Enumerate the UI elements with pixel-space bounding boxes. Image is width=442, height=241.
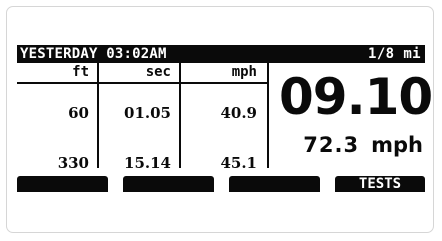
softkey-3[interactable]: [229, 176, 320, 192]
run-timestamp: YESTERDAY 03:02AM: [20, 46, 167, 62]
column-divider: [267, 63, 269, 168]
trap-speed-readout: 72.3 mph: [275, 132, 423, 158]
table-cell-mph: 45.1: [220, 154, 257, 172]
elapsed-time-readout: 09.10: [279, 68, 433, 126]
table-cell-ft: 60: [68, 104, 89, 122]
column-header-mph: mph: [231, 64, 257, 80]
table-cell-sec: 01.05: [124, 104, 171, 122]
table-cell-sec: 15.14: [124, 154, 171, 172]
trap-speed-unit: mph: [371, 133, 423, 157]
softkey-1[interactable]: [17, 176, 108, 192]
lcd-screen: YESTERDAY 03:02AM 1/8 mi ft sec mph 60 0…: [17, 45, 433, 192]
softkey-tests[interactable]: TESTS: [335, 176, 425, 192]
table-cell-ft: 330: [57, 154, 89, 172]
column-header-sec: sec: [145, 64, 171, 80]
column-divider: [179, 63, 181, 168]
header-bar: YESTERDAY 03:02AM 1/8 mi: [17, 45, 425, 63]
softkey-2[interactable]: [123, 176, 214, 192]
distance-label: 1/8 mi: [368, 46, 421, 62]
column-divider: [97, 63, 99, 168]
column-header-ft: ft: [72, 64, 89, 80]
splits-table: ft sec mph 60 01.05 40.9 330 15.14 45.1: [17, 63, 269, 172]
trap-speed-value: 72.3: [303, 133, 360, 157]
table-header-divider: [17, 82, 269, 84]
table-cell-mph: 40.9: [220, 104, 257, 122]
